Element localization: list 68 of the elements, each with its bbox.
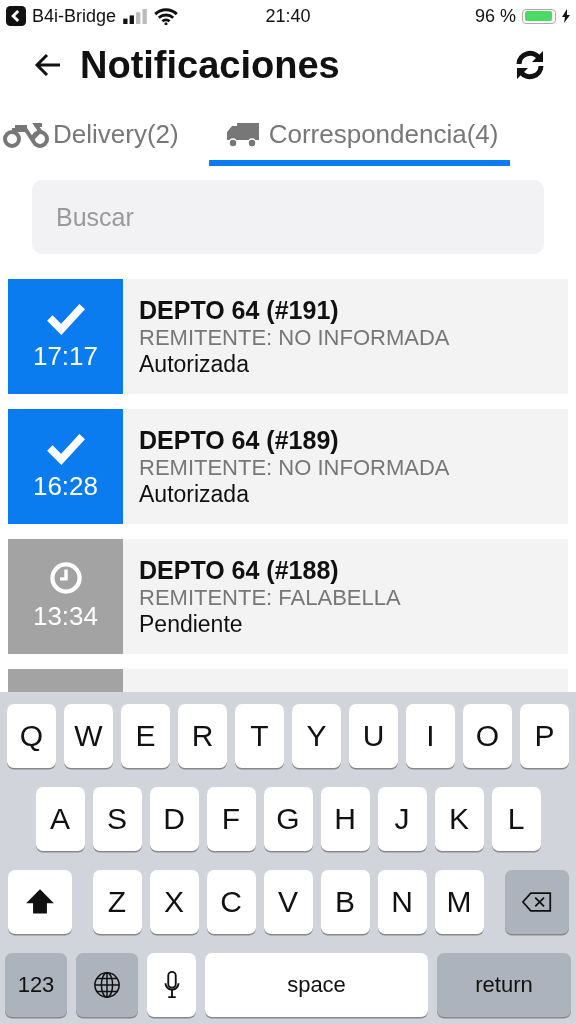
back-arrow-icon[interactable]	[34, 53, 62, 77]
keyboard-key[interactable]: Q	[7, 704, 56, 768]
sender-label: REMITENTE: NO INFORMADA	[139, 324, 450, 351]
keyboard-key[interactable]: D	[149, 787, 199, 851]
keyboard-key[interactable]: I	[406, 704, 455, 768]
notification-row[interactable]: 16:28 DEPTO 64 (#189) REMITENTE: NO INFORMADA Autorizada	[8, 409, 568, 524]
notification-title: DEPTO 64 (#189)	[139, 425, 340, 455]
keyboard-key[interactable]: F	[206, 787, 256, 851]
sender-label: REMITENTE: FALABELLA	[139, 584, 401, 611]
keyboard-key[interactable]: M	[434, 870, 484, 934]
refresh-icon[interactable]	[514, 49, 546, 81]
keyboard-key[interactable]: U	[349, 704, 398, 768]
status-label: Autorizada	[139, 350, 250, 378]
keyboard-key[interactable]: K	[434, 787, 484, 851]
keyboard-key[interactable]: P	[520, 704, 569, 768]
keyboard-key[interactable]	[76, 953, 138, 1017]
keyboard-key[interactable]: L	[491, 787, 541, 851]
globe-icon	[92, 971, 122, 999]
keyboard-key[interactable]: R	[178, 704, 227, 768]
keyboard-key[interactable]: J	[377, 787, 427, 851]
back-app-icon[interactable]	[6, 6, 26, 26]
checkmark-icon	[45, 301, 86, 335]
status-label: Autorizada	[139, 480, 250, 508]
battery-icon	[522, 8, 556, 24]
keyboard-key[interactable]: C	[206, 870, 256, 934]
charging-icon	[562, 9, 570, 23]
keyboard-key[interactable]: G	[263, 787, 313, 851]
keyboard-key[interactable]: S	[92, 787, 142, 851]
notification-time: 17:17	[32, 341, 99, 372]
notification-title: DEPTO 64 (#191)	[139, 295, 340, 325]
keyboard-key[interactable]: V	[263, 870, 313, 934]
status-label: Pendiente	[139, 610, 244, 638]
notification-title: DEPTO 64 (#188)	[139, 555, 340, 585]
notification-time: 16:28	[32, 471, 99, 502]
keyboard-key[interactable]	[7, 870, 72, 934]
wifi-icon	[154, 7, 179, 25]
keyboard-key[interactable]: 123	[5, 953, 67, 1017]
keyboard-key[interactable]: Y	[292, 704, 341, 768]
keyboard-key[interactable]: O	[463, 704, 512, 768]
keyboard-key[interactable]: B	[320, 870, 370, 934]
keyboard-key[interactable]	[504, 870, 569, 934]
signal-icon	[122, 8, 149, 24]
keyboard-key[interactable]: N	[377, 870, 427, 934]
keyboard-key[interactable]: Z	[92, 870, 142, 934]
checkmark-icon	[45, 431, 86, 465]
microphone-icon	[162, 971, 181, 999]
battery-percentage: 96 %	[474, 5, 516, 27]
keyboard-key[interactable]: space	[205, 953, 428, 1017]
clock: 21:40	[265, 5, 311, 27]
keyboard-key[interactable]: X	[149, 870, 199, 934]
notification-row[interactable]: 17:17 DEPTO 64 (#191) REMITENTE: NO INFORMADA Autorizada	[8, 279, 568, 394]
keyboard-key[interactable]	[147, 953, 196, 1017]
keyboard-key[interactable]: A	[35, 787, 85, 851]
notification-time: 13:34	[32, 601, 99, 632]
keyboard-key[interactable]: H	[320, 787, 370, 851]
shift-icon	[24, 888, 55, 916]
tab[interactable]: Correspondencia(4)	[208, 119, 511, 166]
keyboard-key[interactable]: W	[64, 704, 113, 768]
tab[interactable]: Delivery(2)	[0, 119, 179, 166]
motorcycle-icon	[3, 121, 49, 148]
keyboard-key[interactable]: return	[437, 953, 571, 1017]
notification-row[interactable]: 13:34 DEPTO 64 (#188) REMITENTE: FALABELLA Pendiente	[8, 539, 568, 654]
back-app-label[interactable]: B4i-Bridge	[32, 5, 117, 27]
keyboard-key[interactable]: E	[121, 704, 170, 768]
search-field[interactable]: Buscar	[32, 180, 544, 254]
keyboard-key[interactable]: T	[235, 704, 284, 768]
sender-label: REMITENTE: NO INFORMADA	[139, 454, 450, 481]
page-title: Notificaciones	[80, 43, 341, 87]
